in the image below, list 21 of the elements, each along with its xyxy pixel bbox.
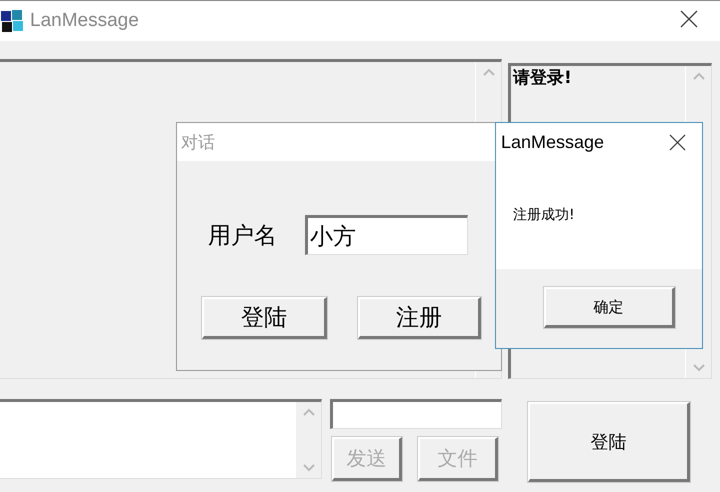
close-icon[interactable] — [669, 134, 686, 150]
close-icon[interactable] — [680, 10, 698, 28]
username-field[interactable]: 小方 — [305, 215, 468, 255]
app-icon — [0, 9, 24, 33]
message-text: 注册成功! — [513, 206, 575, 224]
scroll-down-icon[interactable] — [692, 364, 704, 372]
username-label: 用户名 — [208, 222, 277, 250]
scroll-up-icon[interactable] — [482, 68, 494, 76]
login-button[interactable]: 登陆 — [528, 402, 690, 482]
scroll-down-icon[interactable] — [302, 464, 314, 472]
list-item: 请登录! — [512, 68, 573, 88]
message-box-title: LanMessage — [501, 132, 604, 152]
dialog-title: 对话 — [181, 132, 215, 154]
ok-button[interactable]: 确定 — [544, 287, 674, 328]
login-button[interactable]: 登陆 — [202, 297, 327, 339]
scroll-up-icon[interactable] — [692, 72, 704, 80]
register-button[interactable]: 注册 — [358, 297, 481, 339]
scroll-up-icon[interactable] — [302, 408, 314, 416]
window-title: LanMessage — [30, 10, 139, 32]
message-input[interactable] — [0, 399, 322, 479]
input-field[interactable] — [330, 399, 502, 429]
